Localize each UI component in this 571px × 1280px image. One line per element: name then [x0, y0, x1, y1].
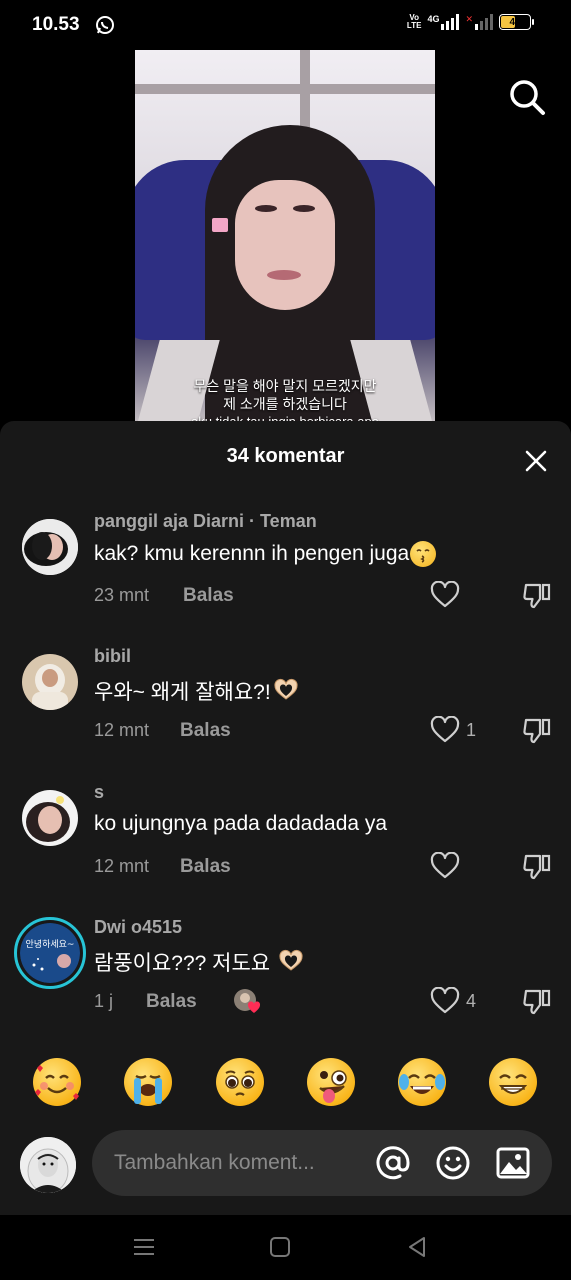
emoji-icon[interactable]: [434, 1144, 472, 1182]
avatar[interactable]: [22, 519, 78, 575]
system-nav-bar: [0, 1215, 571, 1280]
signal-bars-sim1: [441, 14, 460, 30]
dislike-icon[interactable]: [522, 986, 552, 1016]
reply-button[interactable]: Balas: [146, 991, 197, 1013]
username[interactable]: Dwi o4515: [94, 917, 182, 938]
reply-button[interactable]: Balas: [180, 720, 231, 742]
avatar[interactable]: [22, 654, 78, 710]
volte-indicator: Vo LTE: [406, 13, 422, 30]
status-bar: 10.53 Vo LTE 4G ✕ 48: [0, 0, 571, 50]
comment-time: 12 mnt: [94, 720, 150, 740]
avatar-with-story-ring[interactable]: 안녕하세요~: [14, 917, 86, 989]
like-button[interactable]: [430, 852, 466, 880]
heart-icon: [430, 581, 460, 608]
like-button[interactable]: 1: [430, 716, 476, 744]
whatsapp-icon: [96, 16, 114, 34]
battery-level: 48: [509, 16, 521, 28]
face-with-tears-of-joy-icon[interactable]: [398, 1058, 446, 1106]
dislike-icon[interactable]: [522, 851, 552, 881]
comment-item: s ko ujungnya pada dadadada ya 12 mnt Ba…: [0, 782, 571, 910]
heart-hands-icon: [277, 949, 305, 975]
smiling-face-with-hearts-icon[interactable]: [33, 1058, 81, 1106]
comment-item: panggil aja Diarni · Teman kak? kmu kere…: [0, 511, 571, 639]
reply-button[interactable]: Balas: [180, 856, 231, 878]
username[interactable]: s: [94, 782, 104, 803]
signal-bars-sim2: ✕: [465, 14, 493, 30]
kissing-face-icon: [410, 541, 437, 567]
subtitle-korean-2: 제 소개를 하겠습니다: [223, 396, 347, 412]
pleading-face-icon[interactable]: [216, 1058, 264, 1106]
heart-hands-icon: [272, 678, 300, 704]
network-type: 4G: [427, 14, 440, 24]
svg-text:안녕하세요~: 안녕하세요~: [26, 939, 75, 950]
comment-item: bibil 우와~ 왜게 잘해요?! 12 mnt Balas 1: [0, 646, 571, 774]
avatar[interactable]: [22, 790, 78, 846]
comment-text: 람풍이요??? 저도요: [94, 947, 305, 977]
my-avatar[interactable]: [20, 1137, 76, 1193]
comment-time: 23 mnt: [94, 585, 150, 605]
comment-input[interactable]: Tambahkan koment...: [92, 1130, 552, 1196]
loudly-crying-face-icon[interactable]: [124, 1058, 172, 1106]
heart-icon: [430, 987, 460, 1014]
mention-icon[interactable]: [374, 1144, 412, 1182]
reply-button[interactable]: Balas: [183, 585, 234, 607]
dislike-icon[interactable]: [522, 715, 552, 745]
battery-icon: 48: [499, 14, 534, 30]
like-count: 4: [466, 990, 477, 1011]
heart-icon: [430, 852, 460, 879]
creator-liked-icon: [232, 987, 262, 1015]
image-icon[interactable]: [494, 1144, 532, 1182]
comment-input-placeholder: Tambahkan koment...: [114, 1151, 315, 1174]
sticker: [212, 218, 228, 232]
video-preview[interactable]: 무슨 말을 해야 말지 모르겠지만 제 소개를 하겠습니다 aku tidak …: [135, 50, 435, 430]
username[interactable]: panggil aja Diarni · Teman: [94, 511, 317, 532]
comment-time: 12 mnt: [94, 856, 150, 876]
clock: 10.53: [32, 14, 80, 35]
home-icon[interactable]: [266, 1233, 294, 1261]
comment-text: kak? kmu kerennn ih pengen juga: [94, 541, 437, 567]
comment-text: 우와~ 왜게 잘해요?!: [94, 676, 300, 706]
close-icon[interactable]: [524, 449, 548, 473]
quick-emoji-row: [0, 1058, 571, 1114]
beaming-face-icon[interactable]: [489, 1058, 537, 1106]
back-icon[interactable]: [403, 1233, 431, 1261]
dislike-icon[interactable]: [522, 580, 552, 610]
like-count: 1: [466, 719, 477, 740]
search-icon[interactable]: [508, 78, 546, 116]
like-button[interactable]: 4: [430, 987, 476, 1015]
status-icons: Vo LTE 4G ✕ 48: [406, 13, 534, 30]
comment-time: 1 j: [94, 991, 114, 1011]
like-button[interactable]: [430, 581, 466, 609]
comment-text: ko ujungnya pada dadadada ya: [94, 812, 388, 835]
recent-apps-icon[interactable]: [130, 1233, 158, 1261]
comment-item: 안녕하세요~ Dwi o4515 람풍이요??? 저도요 1 j Balas 4: [0, 917, 571, 1045]
zany-face-icon[interactable]: [307, 1058, 355, 1106]
heart-icon: [430, 716, 460, 743]
subtitle-korean-1: 무슨 말을 해야 말지 모르겠지만: [193, 378, 377, 394]
username[interactable]: bibil: [94, 646, 131, 667]
comment-count-title: 34 komentar: [226, 445, 345, 467]
